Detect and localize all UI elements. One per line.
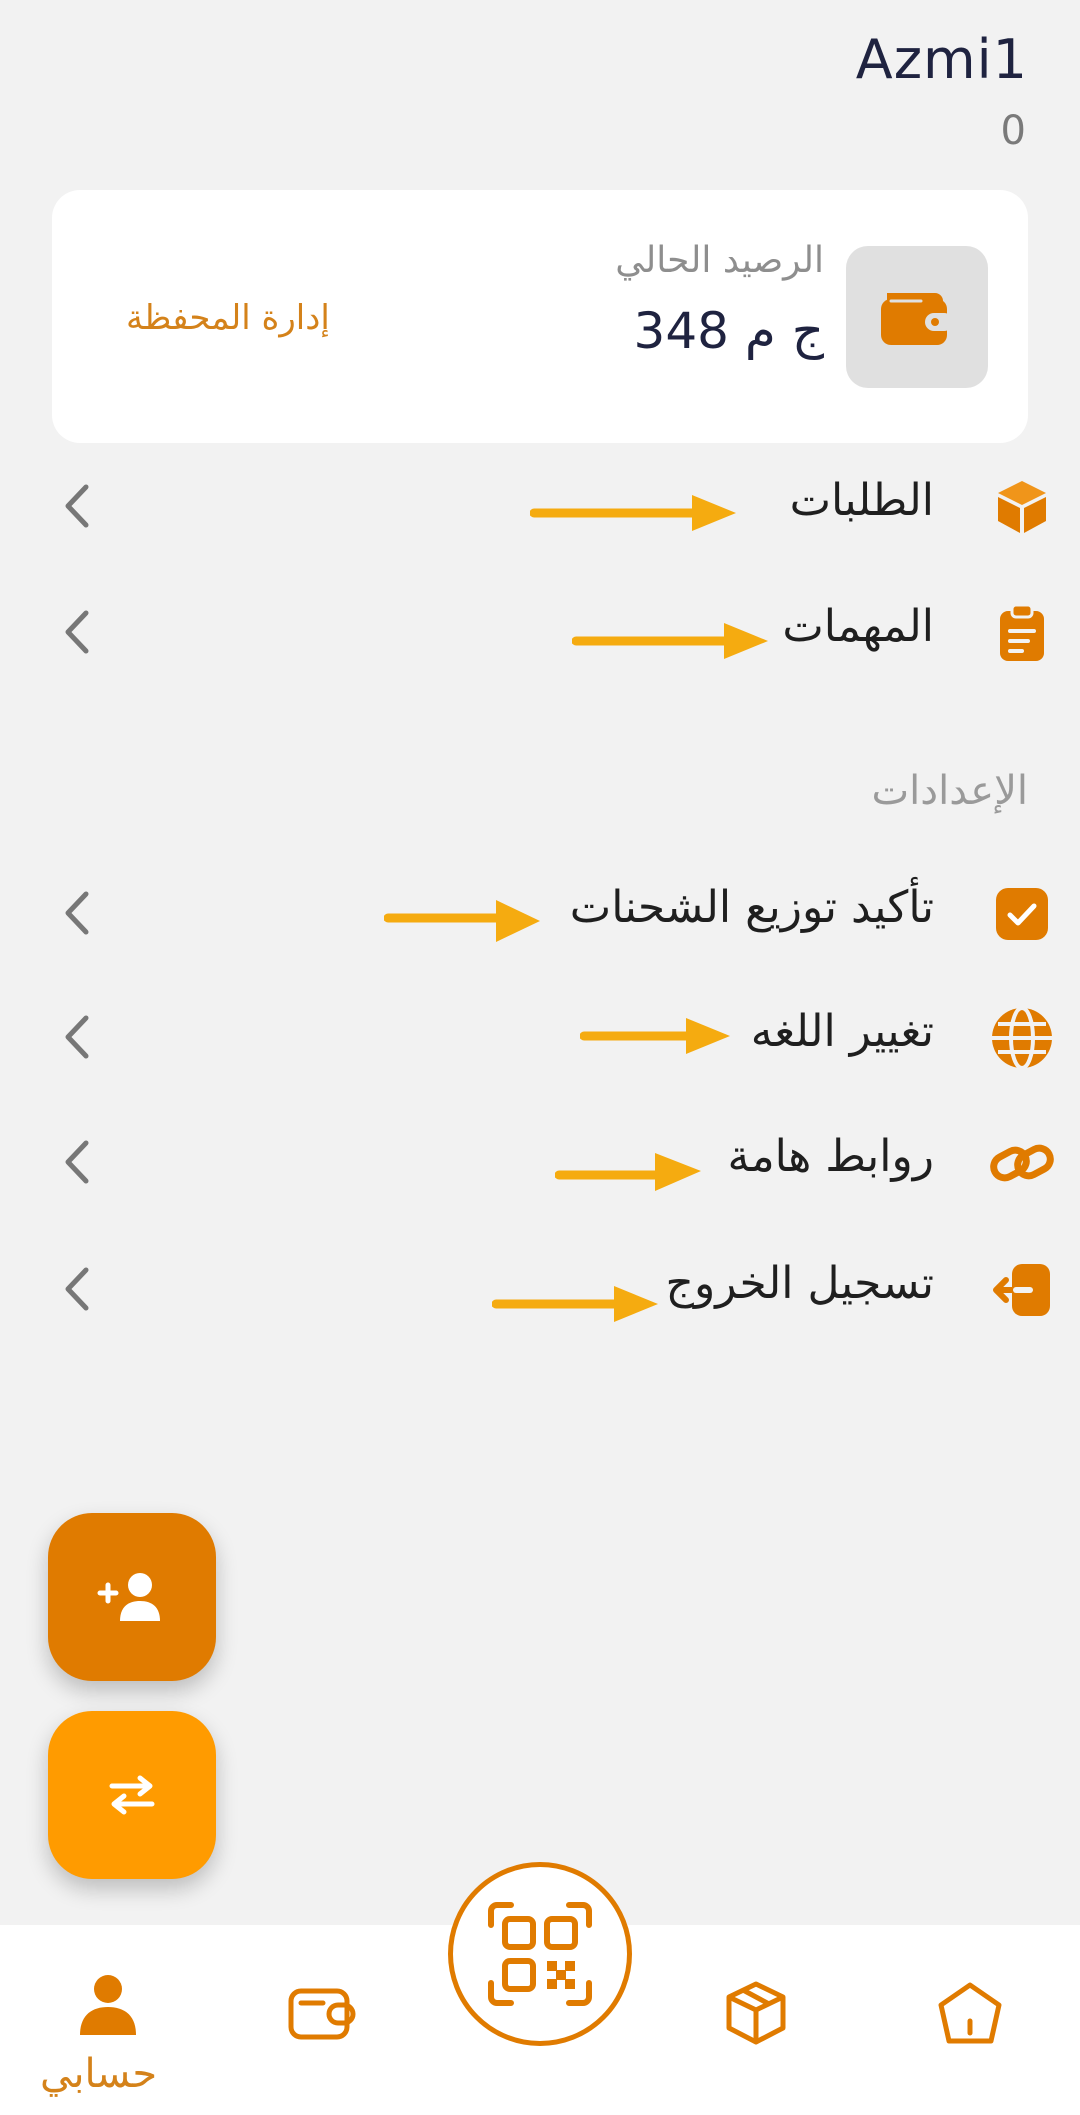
balance-value: 348 ج م bbox=[633, 302, 824, 360]
menu-label-logout: تسجيل الخروج bbox=[665, 1258, 934, 1309]
chevron-left-icon bbox=[65, 1267, 89, 1311]
box-icon bbox=[726, 1981, 786, 2045]
add-user-icon bbox=[97, 1573, 160, 1621]
menu-label-tasks: المهمات bbox=[782, 601, 934, 652]
transfer-button[interactable] bbox=[48, 1711, 216, 1879]
logout-icon bbox=[984, 1252, 1060, 1328]
wallet-icon bbox=[846, 246, 988, 388]
wallet-icon bbox=[288, 1988, 356, 2040]
qr-scan-button[interactable] bbox=[448, 1862, 632, 2046]
clipboard-icon bbox=[984, 595, 1060, 671]
menu-item-tasks[interactable]: المهمات bbox=[0, 583, 1080, 683]
nav-account[interactable] bbox=[48, 1955, 168, 2055]
chevron-left-icon bbox=[65, 1015, 89, 1059]
annotation-arrow bbox=[555, 1153, 701, 1191]
annotation-arrow bbox=[492, 1286, 658, 1322]
home-icon bbox=[938, 1982, 1002, 2044]
menu-label-confirm-shipments: تأكيد توزيع الشحنات bbox=[569, 882, 934, 933]
nav-wallet[interactable] bbox=[262, 1963, 382, 2063]
menu-item-confirm-shipments[interactable]: تأكيد توزيع الشحنات bbox=[0, 864, 1080, 964]
box-icon bbox=[984, 469, 1060, 545]
checkbox-icon bbox=[984, 876, 1060, 952]
menu-item-orders[interactable]: الطلبات bbox=[0, 457, 1080, 557]
person-icon bbox=[80, 1975, 136, 2035]
chevron-left-icon bbox=[65, 891, 89, 935]
menu-item-logout[interactable]: تسجيل الخروج bbox=[0, 1240, 1080, 1340]
menu-label-orders: الطلبات bbox=[789, 475, 934, 526]
menu-label-important-links: روابط هامة bbox=[727, 1131, 935, 1182]
annotation-arrow bbox=[384, 900, 540, 942]
chevron-left-icon bbox=[65, 484, 89, 528]
annotation-arrow bbox=[530, 495, 736, 531]
swap-icon bbox=[109, 1775, 155, 1815]
nav-orders[interactable] bbox=[696, 1963, 816, 2063]
nav-label-account: حسابي bbox=[40, 2051, 158, 2097]
manage-wallet-link[interactable]: إدارة المحفظة bbox=[126, 298, 330, 338]
menu-label-change-language: تغيير اللغه bbox=[750, 1006, 934, 1057]
annotation-arrow bbox=[572, 623, 768, 659]
balance-card: الرصيد الحالي 348 ج م إدارة المحفظة bbox=[52, 190, 1028, 443]
chevron-left-icon bbox=[65, 1140, 89, 1184]
globe-icon bbox=[984, 1000, 1060, 1076]
nav-home[interactable] bbox=[910, 1963, 1030, 2063]
add-user-button[interactable] bbox=[48, 1513, 216, 1681]
settings-section-title: الإعدادات bbox=[871, 768, 1028, 814]
annotation-arrow bbox=[580, 1018, 730, 1054]
user-count: 0 bbox=[1000, 108, 1026, 154]
balance-label: الرصيد الحالي bbox=[615, 240, 824, 281]
link-icon bbox=[984, 1125, 1060, 1201]
menu-item-important-links[interactable]: روابط هامة bbox=[0, 1113, 1080, 1213]
qr-code-icon bbox=[488, 1902, 592, 2006]
username: Azmi1 bbox=[855, 28, 1028, 91]
chevron-left-icon bbox=[65, 610, 89, 654]
menu-item-change-language[interactable]: تغيير اللغه bbox=[0, 988, 1080, 1088]
